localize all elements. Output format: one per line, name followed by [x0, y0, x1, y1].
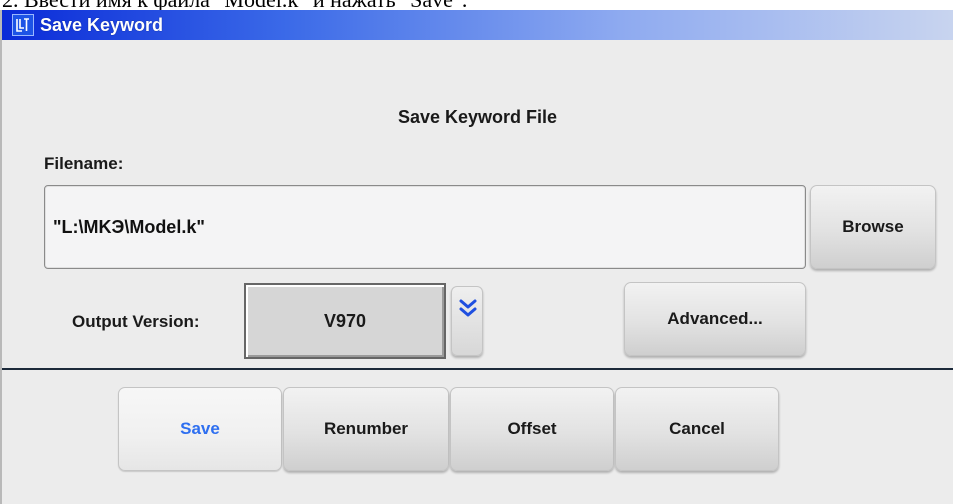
save-keyword-dialog: Save Keyword Save Keyword File Filename:… — [0, 10, 953, 504]
advanced-button[interactable]: Advanced... — [624, 282, 806, 356]
output-version-dropdown-button[interactable] — [451, 286, 483, 356]
offset-button[interactable]: Offset — [450, 387, 614, 471]
output-version-label: Output Version: — [72, 312, 200, 331]
window-title: Save Keyword — [40, 14, 164, 35]
save-button[interactable]: Save — [118, 387, 282, 471]
cancel-button[interactable]: Cancel — [615, 387, 779, 471]
filename-label: Filename: — [44, 154, 124, 173]
renumber-button[interactable]: Renumber — [283, 387, 449, 471]
dialog-heading: Save Keyword File — [397, 107, 558, 127]
title-bar[interactable]: Save Keyword — [2, 10, 953, 40]
app-logo-icon — [12, 14, 34, 36]
output-version-select[interactable]: V970 — [244, 283, 446, 359]
browse-button[interactable]: Browse — [810, 185, 936, 269]
divider — [2, 368, 953, 370]
filename-field[interactable]: "L:\MKЭ\Model.k" — [44, 185, 806, 269]
filename-value: "L:\MKЭ\Model.k" — [53, 216, 205, 237]
double-chevron-down-icon — [459, 299, 477, 317]
